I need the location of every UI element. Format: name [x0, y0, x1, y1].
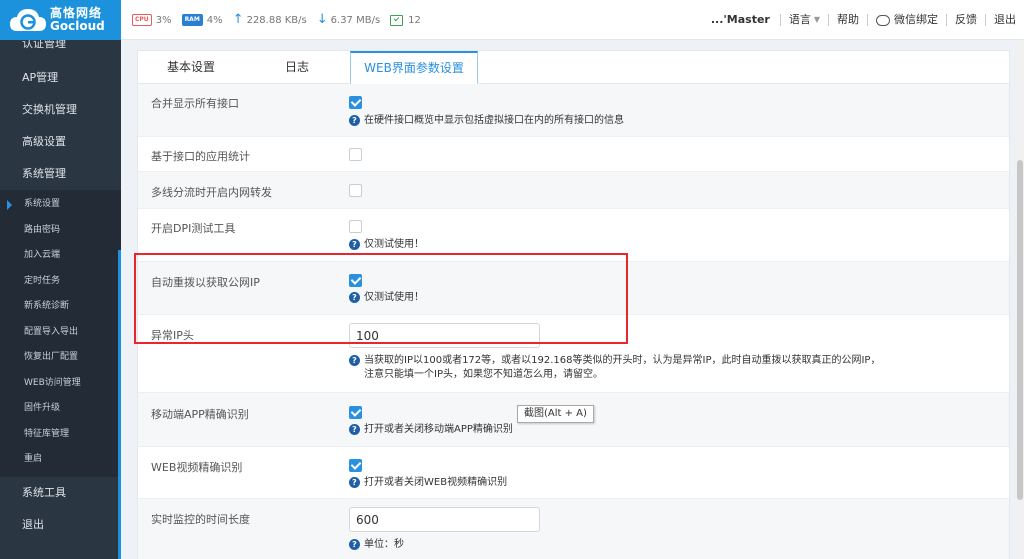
- highlight-box: [134, 253, 628, 344]
- abnormal-ip-help-line2: 注意只能填一个IP头，如果您不知道怎么用，请留空。: [364, 369, 603, 380]
- mobile-app-checkbox[interactable]: [349, 406, 362, 419]
- cpu-value: 3%: [155, 14, 172, 26]
- cpu-icon: CPU: [132, 14, 152, 26]
- logo[interactable]: 高恪网络 Gocloud: [0, 0, 121, 40]
- row-monitor-time: 实时监控的时间长度 ? 单位：秒: [138, 499, 1009, 559]
- sidebar-sub-scheduled-tasks[interactable]: 定时任务: [0, 269, 121, 295]
- upload-stat: ↑ 228.88 KB/s: [232, 12, 307, 27]
- monitor-time-input[interactable]: [349, 507, 540, 532]
- page-scrollbar-thumb[interactable]: [1017, 160, 1023, 500]
- mobile-app-label: 移动端APP精确识别: [151, 408, 249, 421]
- sidebar-item-tools[interactable]: 系统工具: [0, 477, 121, 509]
- row-merge-ports: 合并显示所有接口 ? 在硬件接口概览中显示包括虚拟接口在内的所有接口的信息: [138, 84, 1009, 137]
- multiline-checkbox[interactable]: [349, 184, 362, 197]
- merge-ports-label: 合并显示所有接口: [151, 97, 239, 110]
- sidebar-item-advanced[interactable]: 高级设置: [0, 126, 121, 158]
- sidebar-sub-router-password[interactable]: 路由密码: [0, 218, 121, 244]
- ram-icon: RAM: [181, 14, 203, 26]
- devices-count: 12: [408, 14, 421, 26]
- upload-value: 228.88 KB/s: [246, 14, 307, 26]
- app-stats-checkbox[interactable]: [349, 148, 362, 161]
- logout-link[interactable]: 退出: [986, 14, 1024, 26]
- dpi-checkbox[interactable]: [349, 220, 362, 233]
- monitor-time-label: 实时监控的时间长度: [151, 513, 250, 526]
- cloud-logo-icon: [8, 5, 48, 35]
- top-bar: 高恪网络 Gocloud CPU 3% RAM 4% ↑ 228.88 KB/s…: [0, 0, 1024, 40]
- ram-stat: RAM 4%: [181, 14, 223, 26]
- wechat-label: 微信绑定: [894, 13, 938, 26]
- question-icon: ?: [349, 355, 360, 366]
- question-icon: ?: [349, 239, 360, 250]
- multiline-label: 多线分流时开启内网转发: [151, 186, 272, 199]
- sidebar-sub-signature-db[interactable]: 特征库管理: [0, 422, 121, 448]
- app-stats-label: 基于接口的应用统计: [151, 150, 250, 163]
- devices-stat[interactable]: 12: [390, 14, 421, 26]
- cpu-stat: CPU 3%: [132, 14, 172, 26]
- top-nav: ...'Master 语言 ▼ 帮助 微信绑定 反馈 退出: [703, 0, 1024, 40]
- row-web-video: WEB视频精确识别 ? 打开或者关闭WEB视频精确识别: [138, 447, 1009, 499]
- sidebar-sub-diagnostics[interactable]: 新系统诊断: [0, 294, 121, 320]
- tab-bar: 基本设置 日志 WEB界面参数设置: [138, 51, 1009, 84]
- sidebar-item-system[interactable]: 系统管理: [0, 158, 121, 190]
- monitor-time-help: ? 单位：秒: [349, 538, 404, 552]
- question-icon: ?: [349, 424, 360, 435]
- upload-arrow-icon: ↑: [232, 12, 244, 27]
- question-icon: ?: [349, 539, 360, 550]
- merge-ports-help-text: 在硬件接口概览中显示包括虚拟接口在内的所有接口的信息: [364, 115, 624, 126]
- tab-log[interactable]: 日志: [244, 51, 350, 83]
- sidebar-item-auth[interactable]: 认证管理: [0, 40, 121, 62]
- tab-basic-settings[interactable]: 基本设置: [138, 51, 244, 83]
- sidebar: 认证管理 AP管理 交换机管理 高级设置 系统管理 系统设置 路由密码 加入云端…: [0, 40, 121, 559]
- wechat-icon: [876, 14, 890, 26]
- row-multiline: 多线分流时开启内网转发: [138, 172, 1009, 209]
- sidebar-item-switch[interactable]: 交换机管理: [0, 94, 121, 126]
- web-video-label: WEB视频精确识别: [151, 461, 243, 474]
- system-stats: CPU 3% RAM 4% ↑ 228.88 KB/s ↓ 6.37 MB/s …: [132, 0, 431, 40]
- sidebar-sub-factory-reset[interactable]: 恢复出厂配置: [0, 345, 121, 371]
- monitor-time-help-text: 单位：秒: [364, 539, 404, 550]
- feedback-link[interactable]: 反馈: [947, 14, 986, 26]
- dpi-help: ? 仅测试使用！: [349, 238, 424, 252]
- wechat-bind-link[interactable]: 微信绑定: [868, 14, 947, 26]
- mobile-app-help-text: 打开或者关闭移动端APP精确识别: [364, 424, 513, 435]
- brand-name-en: Gocloud: [50, 19, 105, 33]
- merge-ports-checkbox[interactable]: [349, 96, 362, 109]
- dpi-help-text: 仅测试使用！: [364, 239, 424, 250]
- download-arrow-icon: ↓: [316, 12, 328, 27]
- abnormal-ip-help: ? 当获取的IP以100或者172等，或者以192.168等类似的开头时，认为是…: [349, 354, 880, 382]
- download-value: 6.37 MB/s: [330, 14, 381, 26]
- ram-value: 4%: [206, 14, 223, 26]
- language-label: 语言: [788, 13, 811, 26]
- sidebar-sub-firmware[interactable]: 固件升级: [0, 396, 121, 422]
- sidebar-sub-system-settings[interactable]: 系统设置: [0, 192, 121, 218]
- download-stat: ↓ 6.37 MB/s: [316, 12, 381, 27]
- tab-web-ui-params[interactable]: WEB界面参数设置: [350, 51, 478, 84]
- page-scrollbar[interactable]: [1016, 40, 1024, 559]
- sidebar-sub-config-import-export[interactable]: 配置导入导出: [0, 320, 121, 346]
- question-icon: ?: [349, 477, 360, 488]
- username[interactable]: ...'Master: [703, 14, 781, 26]
- dpi-label: 开启DPI测试工具: [151, 222, 236, 235]
- sidebar-item-logout[interactable]: 退出: [0, 509, 121, 541]
- web-video-checkbox[interactable]: [349, 459, 362, 472]
- monitor-check-icon: [390, 14, 404, 26]
- merge-ports-help: ? 在硬件接口概览中显示包括虚拟接口在内的所有接口的信息: [349, 114, 624, 128]
- web-video-help-text: 打开或者关闭WEB视频精确识别: [364, 477, 508, 488]
- sidebar-sub-reboot[interactable]: 重启: [0, 447, 121, 473]
- help-link[interactable]: 帮助: [829, 14, 868, 26]
- screenshot-tooltip: 截图(Alt + A): [517, 405, 594, 423]
- language-menu[interactable]: 语言 ▼: [781, 14, 829, 26]
- mobile-app-help: ? 打开或者关闭移动端APP精确识别: [349, 423, 513, 437]
- system-submenu: 系统设置 路由密码 加入云端 定时任务 新系统诊断 配置导入导出 恢复出厂配置 …: [0, 190, 121, 477]
- sidebar-sub-web-access[interactable]: WEB访问管理: [0, 371, 121, 397]
- question-icon: ?: [349, 115, 360, 126]
- row-app-stats: 基于接口的应用统计: [138, 137, 1009, 172]
- abnormal-ip-help-line1: 当获取的IP以100或者172等，或者以192.168等类似的开头时，认为是异常…: [364, 355, 881, 366]
- sidebar-scrollbar[interactable]: [118, 250, 121, 559]
- caret-down-icon: ▼: [813, 15, 820, 24]
- web-video-help: ? 打开或者关闭WEB视频精确识别: [349, 476, 507, 490]
- sidebar-sub-join-cloud[interactable]: 加入云端: [0, 243, 121, 269]
- sidebar-item-ap[interactable]: AP管理: [0, 62, 121, 94]
